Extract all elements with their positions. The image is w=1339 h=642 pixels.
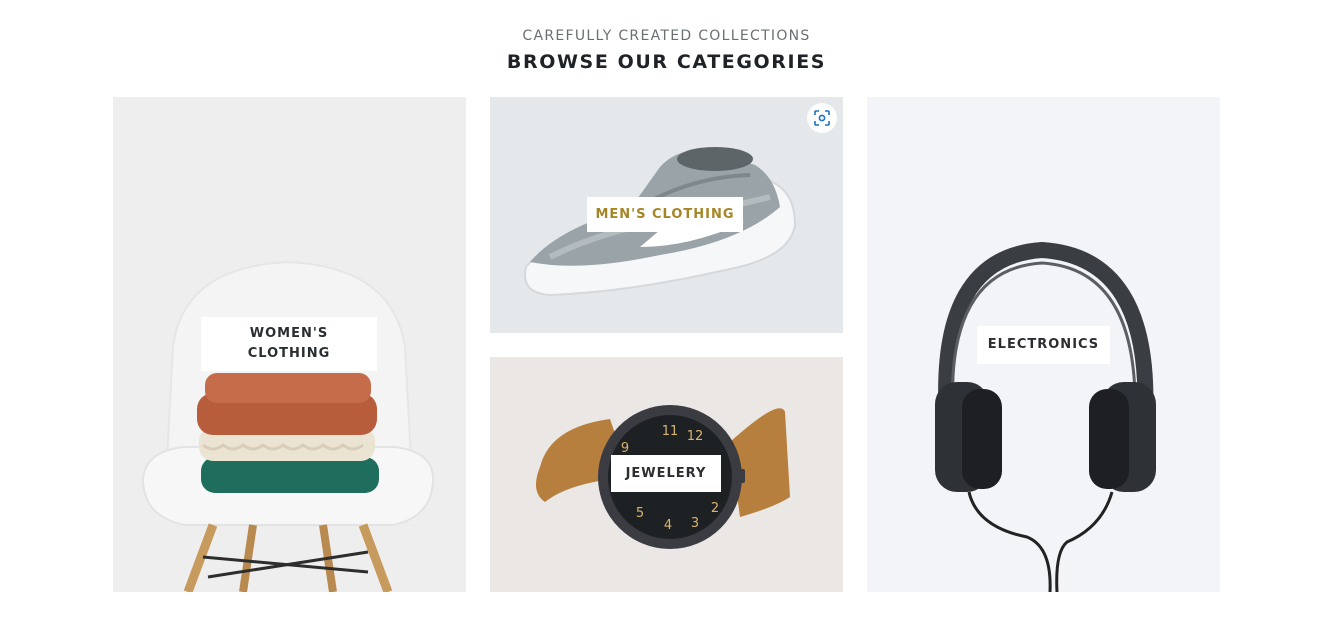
category-card-electronics[interactable]: ELECTRONICS — [867, 97, 1220, 592]
lens-search-icon — [814, 110, 830, 126]
section-header: CAREFULLY CREATED COLLECTIONS BROWSE OUR… — [0, 26, 1333, 77]
category-label[interactable]: MEN'S CLOTHING — [587, 197, 743, 232]
category-card-mens-clothing[interactable]: MEN'S CLOTHING — [490, 97, 843, 333]
category-label[interactable]: JEWELERY — [611, 455, 721, 492]
svg-text:11: 11 — [662, 424, 679, 439]
svg-text:2: 2 — [711, 501, 719, 516]
lens-search-button[interactable] — [807, 103, 837, 133]
svg-text:5: 5 — [636, 506, 644, 521]
section-kicker: CAREFULLY CREATED COLLECTIONS — [522, 28, 811, 44]
svg-text:12: 12 — [687, 429, 704, 444]
category-label[interactable]: ELECTRONICS — [977, 326, 1110, 364]
section-title: BROWSE OUR CATEGORIES — [506, 51, 827, 73]
svg-text:9: 9 — [621, 441, 629, 456]
category-label[interactable]: WOMEN'S CLOTHING — [201, 317, 377, 371]
category-card-jewelery[interactable]: 11 12 9 5 4 3 2 JEWELERY — [490, 357, 843, 592]
svg-text:3: 3 — [691, 516, 699, 531]
category-card-womens-clothing[interactable]: WOMEN'S CLOTHING — [113, 97, 466, 592]
svg-text:4: 4 — [664, 518, 672, 533]
